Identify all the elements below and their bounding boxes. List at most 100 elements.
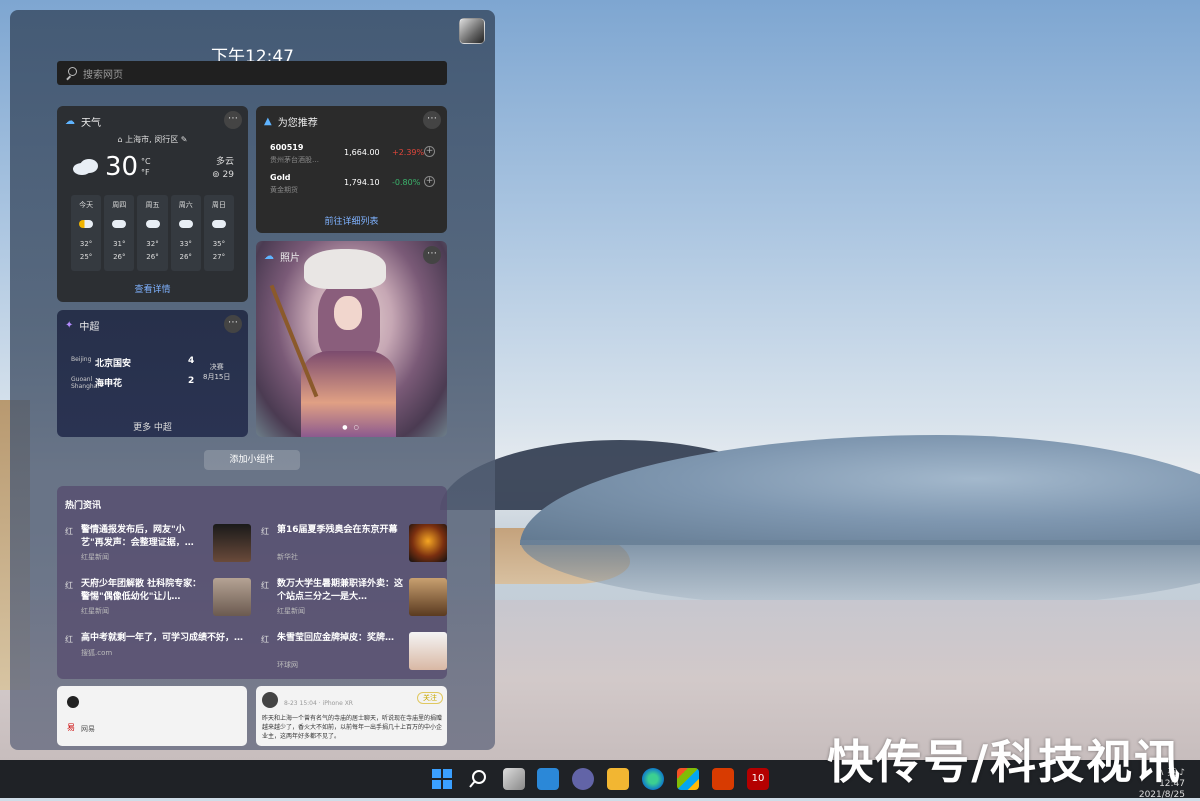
news-item[interactable]: 红 天府少年团解散 社科院专家：警惕"偶像低幼化"让儿… 红星新闻: [65, 578, 251, 622]
app-10-icon[interactable]: 10: [747, 768, 769, 790]
follow-button[interactable]: 关注: [417, 692, 443, 704]
photos-more-button[interactable]: ⋯: [423, 246, 441, 264]
news-source: 新华社: [277, 553, 298, 561]
partly-sunny-icon: [79, 220, 94, 228]
weather-icon: ☁: [65, 116, 75, 127]
web-search-box[interactable]: 搜索网页: [57, 61, 447, 85]
forecast-day[interactable]: 周五 32° 26°: [137, 195, 168, 271]
office-icon[interactable]: [712, 768, 734, 790]
start-button[interactable]: [431, 768, 453, 790]
news-item[interactable]: 红 警情通报发布后，网友"小艺"再发声：会整理证据，… 红星新闻: [65, 524, 251, 568]
forecast-day[interactable]: 今天 32° 25°: [71, 195, 102, 271]
stock-symbol: Gold: [270, 173, 291, 182]
sports-header: ✦ 中超: [65, 318, 99, 333]
onedrive-cloud-icon: ☁: [264, 251, 274, 262]
weather-details-link[interactable]: 查看详情: [57, 282, 248, 295]
team-name: 海申花: [95, 379, 123, 389]
edge-browser-icon[interactable]: [642, 768, 664, 790]
edit-icon[interactable]: ✎: [181, 135, 188, 144]
team-score: 2: [188, 376, 195, 386]
weather-title: 天气: [81, 118, 101, 129]
forecast-day-label: 周日: [211, 201, 226, 209]
photos-widget[interactable]: ☁ 照片 ⋯ ● ○: [256, 241, 447, 437]
widgets-icon[interactable]: [537, 768, 559, 790]
news-item[interactable]: 红 数万大学生暑期兼职译外卖：这个站点三分之一是大… 红星新闻: [261, 578, 447, 622]
forecast-day[interactable]: 周四 31° 26°: [104, 195, 135, 271]
news-item[interactable]: 红 高中考就剩一年了，可学习成绩不好，… 搜狐.com: [65, 632, 251, 676]
news-headline: 天府少年团解散 社科院专家：警惕"偶像低幼化"让儿…: [81, 579, 202, 602]
mini-news-card[interactable]: 易 网易: [57, 686, 247, 746]
taskbar-search-button[interactable]: [467, 768, 489, 790]
weather-more-button[interactable]: ⋯: [224, 111, 242, 129]
team-logo: Beijing: [71, 356, 92, 363]
news-source-icon: 红: [65, 635, 73, 644]
forecast-high: 31°: [113, 240, 126, 248]
stocks-widget[interactable]: ▲ 为您推荐 ⋯ 600519 贵州茅台酒股… 1,664.00 +2.39% …: [256, 106, 447, 233]
cloudy-icon: [145, 220, 160, 228]
sports-title: 中超: [79, 322, 100, 333]
running-person-icon: ✦: [65, 320, 74, 331]
stock-row[interactable]: Gold 黄金期货 1,794.10 -0.80% +: [270, 173, 435, 199]
weather-widget[interactable]: ☁ 天气 ⋯ ⌂ 上海市, 闵行区 ✎ 30 °C °F 多云 ⊚ 29 今天 …: [57, 106, 248, 302]
add-stock-icon[interactable]: +: [424, 146, 435, 157]
news-source-icon: 红: [261, 527, 269, 536]
stock-name: 贵州茅台酒股…: [270, 156, 319, 164]
cloudy-icon: [73, 159, 98, 175]
forecast-low: 27°: [212, 253, 226, 261]
stocks-list-link[interactable]: 前往详细列表: [256, 214, 447, 227]
temperature-units[interactable]: °C °F: [141, 156, 151, 178]
sports-more-link[interactable]: 更多 中超: [57, 420, 248, 433]
news-source-icon: 红: [261, 581, 269, 590]
news-item[interactable]: 红 朱雪莹回应金牌掉皮：奖牌… 环球网: [261, 632, 447, 676]
watermark-text: 快传号/科技视讯: [827, 735, 1182, 789]
news-thumbnail: [409, 524, 447, 562]
news-source: 红星新闻: [81, 553, 109, 561]
account-avatar-button[interactable]: [459, 18, 485, 44]
match-status: 决赛 8月15日: [203, 362, 230, 382]
add-widgets-button[interactable]: 添加小组件: [204, 450, 300, 470]
weather-location-text: 上海市, 闵行区: [125, 135, 179, 144]
microsoft-store-icon[interactable]: [677, 768, 699, 790]
news-source-icon: 红: [65, 527, 73, 536]
match-date: 8月15日: [203, 373, 231, 381]
forecast-day[interactable]: 周六 33° 26°: [170, 195, 201, 271]
search-icon: [65, 67, 77, 79]
forecast-strip: 今天 32° 25° 周四 31° 26° 周五 32° 26° 周六 33°: [71, 195, 235, 271]
unit-celsius[interactable]: °C: [141, 156, 151, 167]
photos-title: 照片: [280, 253, 300, 264]
forecast-low: 26°: [113, 253, 126, 261]
carousel-dots[interactable]: ● ○: [256, 424, 447, 431]
file-explorer-icon[interactable]: [607, 768, 629, 790]
weather-location[interactable]: ⌂ 上海市, 闵行区 ✎: [57, 134, 248, 145]
forecast-day-label: 周六: [178, 201, 193, 209]
photo-figure-face: [334, 296, 362, 330]
forecast-high: 35°: [212, 240, 226, 248]
forecast-low: 26°: [146, 253, 159, 261]
news-item[interactable]: 红 第16届夏季残奥会在东京开幕 新华社: [261, 524, 447, 568]
unit-fahrenheit[interactable]: °F: [141, 167, 151, 178]
photo-figure-staff: [269, 284, 319, 398]
mini-post-card[interactable]: 8-23 15:04 · iPhone XR 关注 昨天和上海一个曾有名气的寺庙…: [256, 686, 447, 746]
add-stock-icon[interactable]: +: [424, 176, 435, 187]
news-source: 环球网: [277, 661, 298, 669]
stock-symbol: 600519: [270, 143, 304, 152]
stock-row[interactable]: 600519 贵州茅台酒股… 1,664.00 +2.39% +: [270, 143, 435, 169]
search-icon: [469, 770, 486, 788]
sports-widget[interactable]: ✦ 中超 ⋯ Beijing 北京国安 4 Guoanl Shanghai 海申…: [57, 310, 248, 437]
stocks-more-button[interactable]: ⋯: [423, 111, 441, 129]
stock-change: +2.39%: [392, 148, 425, 157]
chart-trend-icon: ▲: [264, 116, 272, 127]
news-feed-title: 热门资讯: [65, 501, 102, 511]
forecast-low: 25°: [79, 253, 93, 261]
stocks-header: ▲ 为您推荐: [264, 114, 318, 129]
forecast-high: 33°: [179, 240, 192, 248]
task-view-icon[interactable]: [503, 768, 525, 790]
news-source: 红星新闻: [81, 607, 109, 615]
post-meta: 8-23 15:04 · iPhone XR: [284, 700, 353, 707]
forecast-day[interactable]: 周日 35° 27°: [203, 195, 235, 271]
stock-price: 1,794.10: [344, 178, 380, 187]
team-score: 4: [188, 356, 195, 366]
sports-more-button[interactable]: ⋯: [224, 315, 242, 333]
news-source: 搜狐.com: [81, 649, 113, 657]
teams-chat-icon[interactable]: [572, 768, 594, 790]
